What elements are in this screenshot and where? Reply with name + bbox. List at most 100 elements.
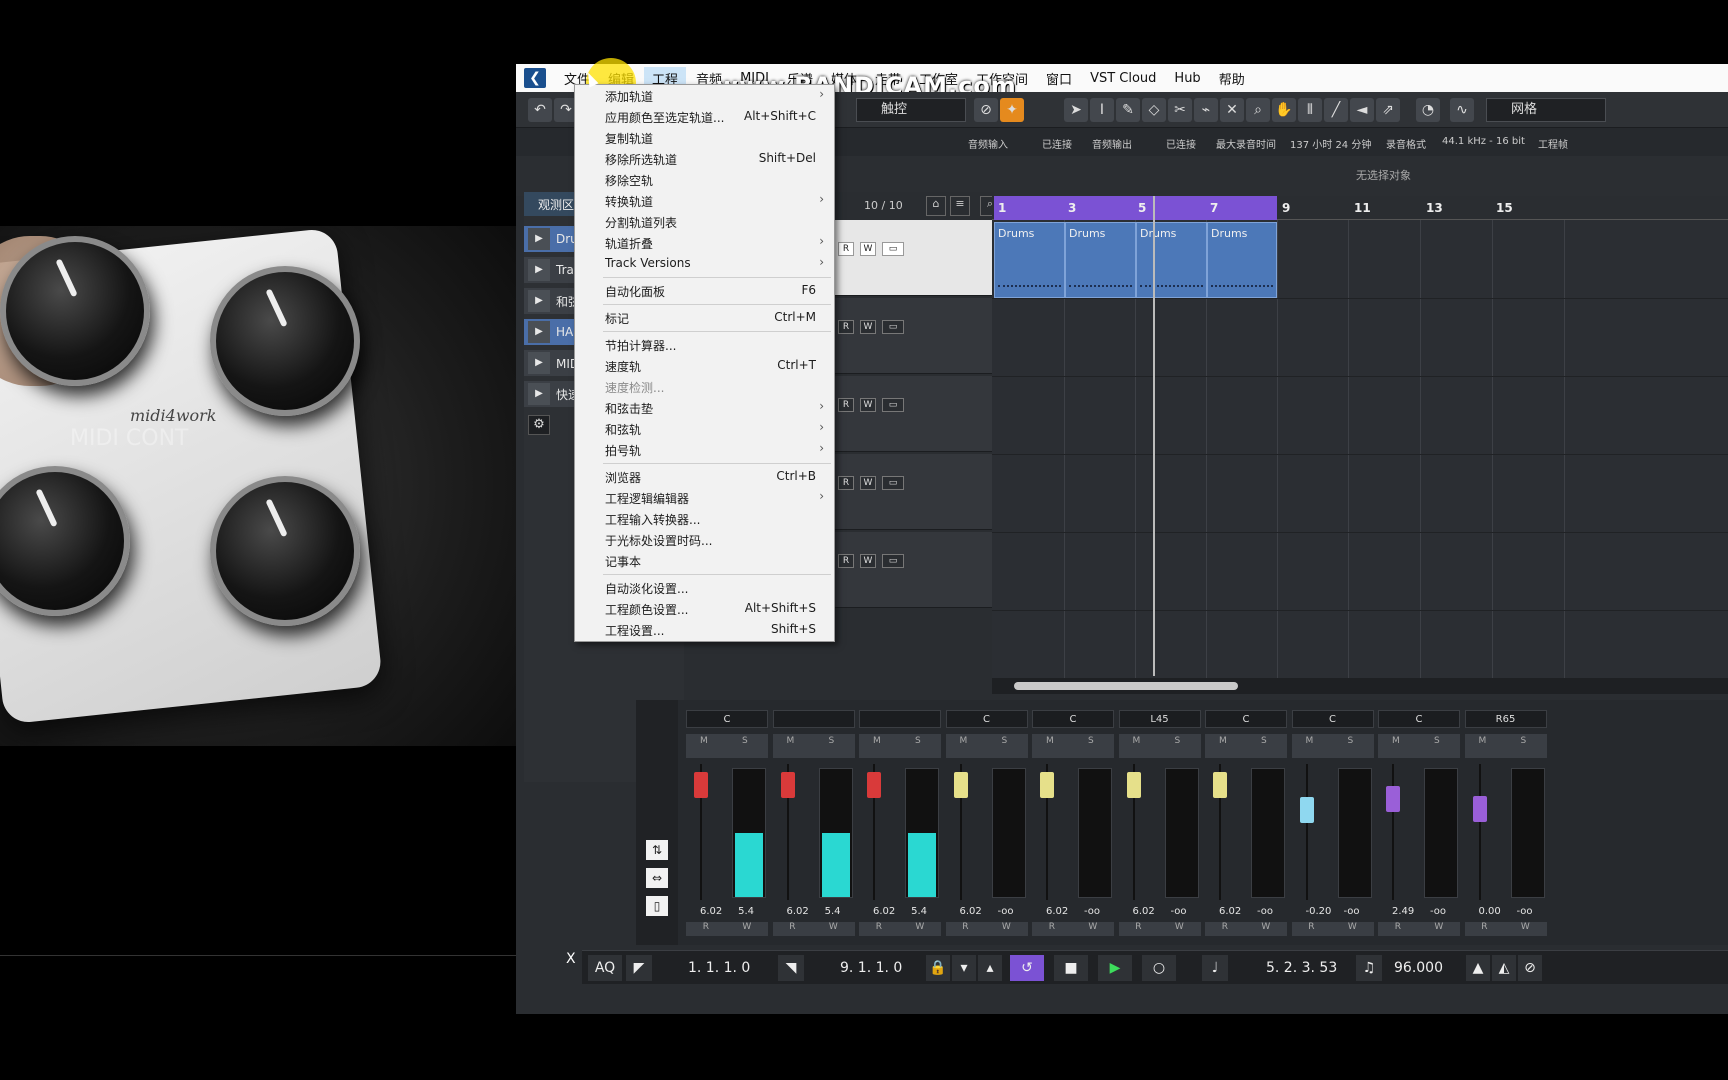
fader-cap[interactable] <box>1386 786 1400 813</box>
fader-cap[interactable] <box>1472 796 1487 823</box>
menu-item[interactable]: Track Versions › <box>575 253 834 274</box>
write-automation-button[interactable]: W <box>742 922 751 936</box>
timewarp-tool-icon[interactable]: ⦀ <box>1298 98 1322 122</box>
metronome-icon[interactable]: ▲ <box>1466 955 1490 981</box>
pan-control[interactable]: C <box>1291 710 1374 728</box>
track-edit-icon[interactable]: ▭ <box>882 398 904 412</box>
write-automation-button[interactable]: W <box>829 922 838 936</box>
menu-item[interactable]: 自动淡化设置... <box>575 577 834 598</box>
fader-cap[interactable] <box>953 772 968 798</box>
pan-control[interactable]: L45 <box>1118 710 1201 728</box>
read-automation-button[interactable]: R <box>1395 922 1401 936</box>
pan-control[interactable]: R65 <box>1464 710 1547 728</box>
read-automation-button[interactable]: R <box>703 922 709 936</box>
record-button[interactable]: ○ <box>1142 955 1176 981</box>
mute-button[interactable]: M <box>1046 736 1054 746</box>
scroll-thumb[interactable] <box>1014 682 1238 690</box>
solo-button[interactable]: S <box>1261 736 1267 746</box>
read-automation-button[interactable]: R <box>1049 922 1055 936</box>
menu-vst-cloud[interactable]: VST Cloud <box>1082 69 1164 88</box>
left-locator-icon[interactable]: ◤ <box>626 955 652 981</box>
read-automation-button[interactable]: R <box>838 476 854 490</box>
read-automation-button[interactable]: R <box>876 922 882 936</box>
project-window[interactable]: Drums Drums Drums Drums <box>992 220 1728 680</box>
write-automation-button[interactable]: W <box>1521 922 1530 936</box>
volume-value[interactable]: 0.00 <box>1479 906 1501 920</box>
track-edit-icon[interactable]: ▭ <box>882 320 904 334</box>
menu-item[interactable]: 工程逻辑编辑器 › <box>575 487 834 508</box>
solo-button[interactable]: S <box>1002 736 1008 746</box>
read-automation-button[interactable]: R <box>838 320 854 334</box>
auto-scroll-icon[interactable]: ⊘ <box>974 98 998 122</box>
volume-fader[interactable] <box>690 764 726 900</box>
solo-button[interactable]: S <box>1088 736 1094 746</box>
mute-button[interactable]: M <box>700 736 708 746</box>
volume-fader[interactable] <box>777 764 813 900</box>
volume-value[interactable]: 6.02 <box>960 906 982 920</box>
mute-button[interactable]: M <box>1392 736 1400 746</box>
mute-button[interactable]: M <box>787 736 795 746</box>
write-automation-button[interactable]: W <box>1348 922 1357 936</box>
volume-value[interactable]: 6.02 <box>700 906 722 920</box>
auto-quantize-button[interactable]: AQ <box>588 955 622 981</box>
menu-help[interactable]: 帮助 <box>1211 67 1253 90</box>
midi-part[interactable]: Drums <box>994 222 1065 298</box>
read-automation-button[interactable]: R <box>789 922 795 936</box>
precount-icon[interactable]: ◭ <box>1492 955 1516 981</box>
solo-button[interactable]: S <box>915 736 921 746</box>
pan-control[interactable]: C <box>1378 710 1460 728</box>
fader-cap[interactable] <box>694 772 708 798</box>
draw-tool-icon[interactable]: ✎ <box>1116 98 1140 122</box>
volume-value[interactable]: 2.49 <box>1392 906 1414 920</box>
write-automation-button[interactable]: W <box>1261 922 1270 936</box>
pointer-tool-icon[interactable]: ➤ <box>1064 98 1088 122</box>
zoom-tool-icon[interactable]: ⌕ <box>1246 98 1270 122</box>
track-row[interactable]: R W ▭ <box>834 454 994 530</box>
hand-tool-icon[interactable]: ✋ <box>1272 98 1296 122</box>
mute-button[interactable]: M <box>1306 736 1314 746</box>
racks-icon[interactable]: ⇔ <box>646 868 668 888</box>
fader-cap[interactable] <box>1213 772 1227 798</box>
volume-value[interactable]: 6.02 <box>1046 906 1068 920</box>
pan-control[interactable]: C <box>1205 710 1287 728</box>
mute-button[interactable]: M <box>1219 736 1227 746</box>
menu-item[interactable]: 和弦击垫 › <box>575 397 834 418</box>
mute-button[interactable]: M <box>960 736 968 746</box>
menu-item[interactable]: 记事本 <box>575 550 834 571</box>
pan-control[interactable]: C <box>1032 710 1114 728</box>
volume-value[interactable]: 6.02 <box>787 906 809 920</box>
menu-item[interactable]: 工程设置... Shift+S <box>575 619 834 640</box>
right-locator-icon[interactable]: ◥ <box>778 955 804 981</box>
volume-fader[interactable] <box>1296 764 1332 900</box>
split-tool-icon[interactable]: ✂ <box>1168 98 1192 122</box>
left-locator[interactable]: 1. 1. 1. 0 <box>688 955 750 981</box>
tempo-value[interactable]: 96.000 <box>1394 955 1443 981</box>
menu-item[interactable]: 转换轨道 › <box>575 190 834 211</box>
menu-item[interactable]: 于光标处设置时码... <box>575 529 834 550</box>
read-automation-button[interactable]: R <box>1481 922 1487 936</box>
range-tool-icon[interactable]: I <box>1090 98 1114 122</box>
track-row[interactable]: R W ▭ <box>834 376 994 452</box>
line-tool-icon[interactable]: ╱ <box>1324 98 1348 122</box>
track-row[interactable]: R W ▭ <box>834 220 994 296</box>
menu-item[interactable]: 添加轨道 › <box>575 85 834 106</box>
list-icon[interactable]: ≡ <box>950 196 970 216</box>
snap-mode-icon[interactable]: ∿ <box>1450 98 1474 122</box>
write-automation-button[interactable]: W <box>860 320 876 334</box>
menu-item[interactable]: 移除所选轨道 Shift+Del <box>575 148 834 169</box>
pan-control[interactable] <box>772 710 855 728</box>
write-automation-button[interactable]: W <box>1002 922 1011 936</box>
menu-item[interactable]: 轨道折叠 › <box>575 232 834 253</box>
primary-time-display[interactable]: 5. 2. 3. 53 <box>1266 955 1337 981</box>
fader-cap[interactable] <box>1299 796 1314 823</box>
midi-part[interactable]: Drums <box>1207 222 1277 298</box>
volume-value[interactable]: 6.02 <box>873 906 895 920</box>
fader-view-icon[interactable]: ⇅ <box>646 840 668 860</box>
close-lower-zone-button[interactable]: X <box>566 951 576 967</box>
erase-tool-icon[interactable]: ◇ <box>1142 98 1166 122</box>
project-cursor[interactable] <box>1153 196 1155 676</box>
read-automation-button[interactable]: R <box>962 922 968 936</box>
volume-fader[interactable] <box>1469 764 1505 900</box>
stop-button[interactable]: ■ <box>1054 955 1088 981</box>
write-automation-button[interactable]: W <box>1088 922 1097 936</box>
